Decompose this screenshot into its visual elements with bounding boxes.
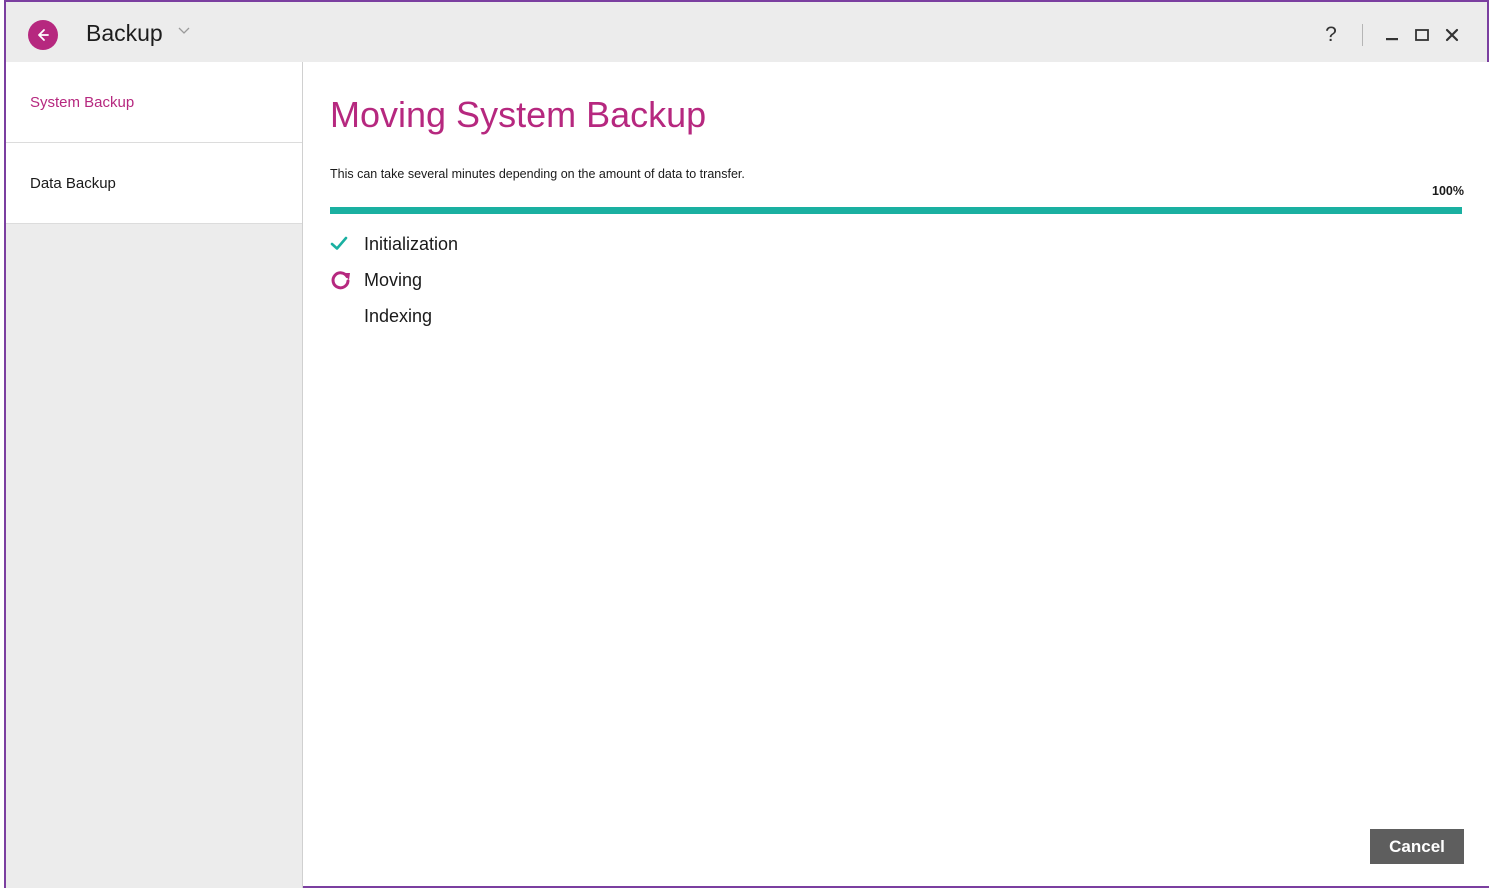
- progress-fill: [330, 207, 1462, 214]
- progress-bar: [330, 207, 1462, 214]
- app-title: Backup: [86, 20, 163, 46]
- cancel-button[interactable]: Cancel: [1370, 829, 1464, 864]
- refresh-icon: [330, 268, 364, 292]
- sidebar-item-data-backup[interactable]: Data Backup: [6, 143, 302, 224]
- progress-percent: 100%: [1432, 184, 1464, 198]
- minimize-button[interactable]: [1377, 20, 1407, 50]
- sidebar: System Backup Data Backup: [6, 62, 303, 888]
- step-indexing: Indexing: [330, 298, 458, 334]
- back-button[interactable]: [28, 20, 58, 50]
- sidebar-item-label: System Backup: [30, 93, 135, 111]
- step-label: Moving: [364, 269, 423, 290]
- main-content: Moving System Backup This can take sever…: [304, 62, 1489, 886]
- step-label: Initialization: [364, 233, 459, 254]
- step-initialization: Initialization: [330, 226, 458, 262]
- sidebar-item-label: Data Backup: [30, 174, 116, 192]
- page-title: Moving System Backup: [330, 94, 707, 135]
- help-button[interactable]: ?: [1320, 23, 1342, 47]
- check-icon: [330, 232, 364, 256]
- arrow-left-icon: [38, 29, 49, 41]
- progress-description: This can take several minutes depending …: [330, 167, 745, 181]
- controls-divider: [1362, 24, 1363, 46]
- step-moving: Moving: [330, 262, 458, 298]
- app-window: Backup ? System Backup Data Backup Movin…: [4, 0, 1489, 888]
- close-icon: [1445, 28, 1459, 42]
- maximize-icon: [1415, 29, 1429, 41]
- minimize-icon: [1386, 38, 1398, 41]
- chevron-down-icon[interactable]: [178, 26, 190, 36]
- window-controls: ?: [1320, 20, 1467, 50]
- maximize-button[interactable]: [1407, 20, 1437, 50]
- close-button[interactable]: [1437, 20, 1467, 50]
- title-bar: Backup ?: [6, 0, 1487, 62]
- step-label: Indexing: [364, 305, 433, 326]
- step-list: Initialization Moving Indexing: [330, 226, 458, 334]
- step-icon-placeholder: [330, 304, 364, 328]
- sidebar-item-system-backup[interactable]: System Backup: [6, 62, 302, 143]
